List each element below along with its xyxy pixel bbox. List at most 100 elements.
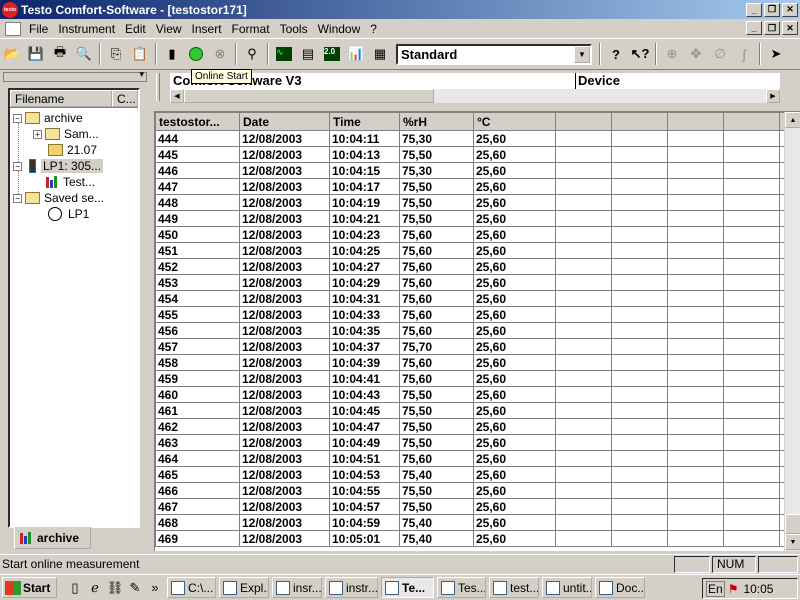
table-cell[interactable]: 10:04:43 xyxy=(329,386,400,403)
table-cell[interactable]: 10:04:39 xyxy=(329,354,400,371)
pointer-icon[interactable]: ➤ xyxy=(765,43,787,65)
column-header-empty[interactable] xyxy=(611,112,668,131)
table-cell[interactable] xyxy=(723,210,780,227)
table-cell[interactable]: 75,40 xyxy=(399,530,474,547)
table-cell[interactable]: 75,60 xyxy=(399,306,474,323)
horizontal-scrollbar[interactable]: ◀ ▶ xyxy=(170,89,780,103)
table-cell[interactable] xyxy=(611,434,668,451)
table-row[interactable]: 460 12/08/2003 10:04:43 75,50 25,60 xyxy=(155,386,790,403)
menu-tools[interactable]: Tools xyxy=(276,22,314,36)
collapse-icon[interactable]: − xyxy=(13,161,22,171)
table-cell[interactable]: 12/08/2003 xyxy=(239,418,330,435)
info-grip[interactable] xyxy=(156,73,160,101)
table-cell[interactable] xyxy=(667,450,724,467)
table-cell[interactable]: 25,60 xyxy=(473,450,556,467)
table-cell[interactable]: 462 xyxy=(155,418,240,435)
table-cell[interactable]: 10:04:15 xyxy=(329,162,400,179)
table-cell[interactable] xyxy=(555,402,612,419)
table-row[interactable]: 445 12/08/2003 10:04:13 75,50 25,60 xyxy=(155,146,790,163)
table-cell[interactable] xyxy=(611,146,668,163)
table-cell[interactable]: 75,50 xyxy=(399,194,474,211)
table-cell[interactable]: 10:04:19 xyxy=(329,194,400,211)
table-cell[interactable]: 25,60 xyxy=(473,162,556,179)
taskbar-button[interactable]: untit... xyxy=(542,577,592,598)
table-cell[interactable]: 75,30 xyxy=(399,162,474,179)
table-cell[interactable]: 12/08/2003 xyxy=(239,130,330,147)
table-cell[interactable]: 75,50 xyxy=(399,386,474,403)
menu-insert[interactable]: Insert xyxy=(188,22,228,36)
collapse-icon[interactable]: − xyxy=(13,193,22,203)
table-cell[interactable] xyxy=(611,194,668,211)
table-cell[interactable] xyxy=(667,162,724,179)
table-cell[interactable]: 460 xyxy=(155,386,240,403)
table-cell[interactable] xyxy=(611,482,668,499)
table-row[interactable]: 456 12/08/2003 10:04:35 75,60 25,60 xyxy=(155,322,790,339)
table-cell[interactable] xyxy=(723,402,780,419)
table-cell[interactable] xyxy=(723,434,780,451)
table-cell[interactable]: 12/08/2003 xyxy=(239,386,330,403)
table-cell[interactable] xyxy=(555,130,612,147)
scroll-thumb[interactable] xyxy=(184,89,434,103)
table-cell[interactable]: 25,60 xyxy=(473,322,556,339)
table-cell[interactable]: 458 xyxy=(155,354,240,371)
table-cell[interactable] xyxy=(667,290,724,307)
table-row[interactable]: 467 12/08/2003 10:04:57 75,50 25,60 xyxy=(155,498,790,515)
table-cell[interactable] xyxy=(611,242,668,259)
panel-grip[interactable] xyxy=(3,69,147,82)
table-cell[interactable] xyxy=(555,242,612,259)
table-cell[interactable]: 12/08/2003 xyxy=(239,338,330,355)
table-cell[interactable]: 10:04:11 xyxy=(329,130,400,147)
table-cell[interactable] xyxy=(555,194,612,211)
taskbar-button[interactable]: test... xyxy=(489,577,539,598)
table-cell[interactable] xyxy=(667,322,724,339)
table-cell[interactable] xyxy=(723,146,780,163)
table-cell[interactable] xyxy=(667,306,724,323)
table-cell[interactable]: 456 xyxy=(155,322,240,339)
table-cell[interactable] xyxy=(555,434,612,451)
table-cell[interactable]: 12/08/2003 xyxy=(239,370,330,387)
menu-window[interactable]: Window xyxy=(314,22,367,36)
table-cell[interactable] xyxy=(667,194,724,211)
table-cell[interactable] xyxy=(667,418,724,435)
table-cell[interactable] xyxy=(667,434,724,451)
column-header-date[interactable]: Date xyxy=(239,112,330,131)
table-cell[interactable]: 75,60 xyxy=(399,322,474,339)
table-cell[interactable] xyxy=(723,226,780,243)
table-cell[interactable]: 10:04:41 xyxy=(329,370,400,387)
table-cell[interactable] xyxy=(723,514,780,531)
table-row[interactable]: 449 12/08/2003 10:04:21 75,50 25,60 xyxy=(155,210,790,227)
table-cell[interactable] xyxy=(667,386,724,403)
taskbar-button[interactable]: Tes... xyxy=(437,577,486,598)
scroll-down-icon[interactable]: ▼ xyxy=(785,534,800,550)
table-cell[interactable] xyxy=(667,402,724,419)
table-row[interactable]: 468 12/08/2003 10:04:59 75,40 25,60 xyxy=(155,514,790,531)
table-cell[interactable]: 454 xyxy=(155,290,240,307)
menu-instrument[interactable]: Instrument xyxy=(54,22,121,36)
table-cell[interactable] xyxy=(723,450,780,467)
table-cell[interactable] xyxy=(667,338,724,355)
menu-file[interactable]: File xyxy=(25,22,54,36)
table-cell[interactable] xyxy=(611,274,668,291)
table-cell[interactable] xyxy=(667,274,724,291)
paste-icon[interactable]: 📋 xyxy=(129,43,151,65)
table-cell[interactable] xyxy=(667,146,724,163)
taskbar-button[interactable]: instr... xyxy=(325,577,378,598)
context-help-icon[interactable]: ↖? xyxy=(629,43,651,65)
table-cell[interactable] xyxy=(611,338,668,355)
table-cell[interactable]: 25,60 xyxy=(473,402,556,419)
table-cell[interactable] xyxy=(555,482,612,499)
network-icon[interactable]: ⛓ xyxy=(105,578,125,598)
table-cell[interactable]: 75,60 xyxy=(399,274,474,291)
menu-edit[interactable]: Edit xyxy=(121,22,152,36)
taskbar-button[interactable]: insr... xyxy=(272,577,322,598)
column-filename[interactable]: Filename xyxy=(10,90,112,107)
table-cell[interactable] xyxy=(555,466,612,483)
table-cell[interactable] xyxy=(667,498,724,515)
table-cell[interactable] xyxy=(611,258,668,275)
column-header-time[interactable]: Time xyxy=(329,112,400,131)
table-cell[interactable]: 75,60 xyxy=(399,370,474,387)
taskbar-button[interactable]: Expl... xyxy=(219,577,269,598)
column-header-temperature[interactable]: °C xyxy=(473,112,556,131)
table-cell[interactable]: 452 xyxy=(155,258,240,275)
table-cell[interactable] xyxy=(555,178,612,195)
